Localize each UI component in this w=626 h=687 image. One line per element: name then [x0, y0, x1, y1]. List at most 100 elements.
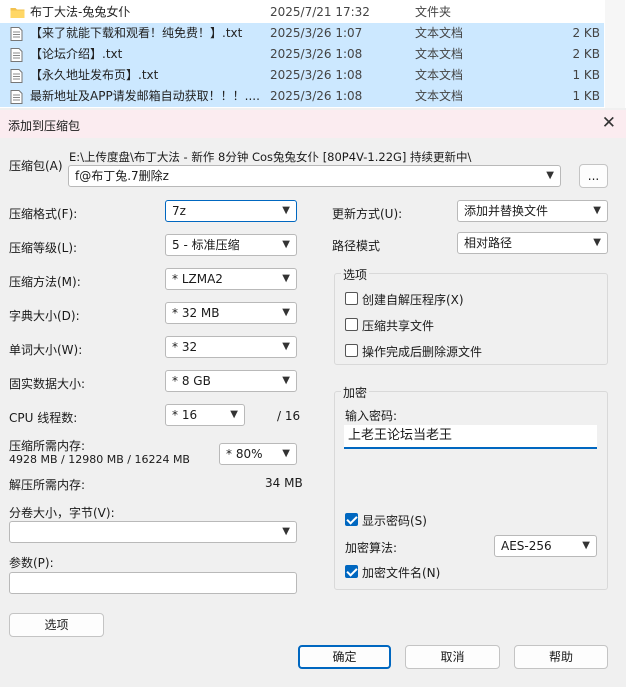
dialog-title: 添加到压缩包 — [8, 119, 81, 133]
shared-files-checkbox[interactable] — [345, 318, 358, 331]
text-file-icon — [10, 90, 23, 104]
list-item[interactable]: 【论坛介绍】.txt 2025/3/26 1:08 文本文档 2 KB — [0, 44, 604, 65]
method-value: * LZMA2 — [172, 272, 223, 286]
file-date: 2025/3/26 1:08 — [270, 47, 363, 61]
dict-combo[interactable]: * 32 MB ▼ — [165, 302, 297, 324]
folder-icon — [10, 8, 25, 18]
list-item[interactable]: 最新地址及APP请发邮箱自动获取！！！.... 2025/3/26 1:08 文… — [0, 86, 604, 107]
shared-files-label: 压缩共享文件 — [362, 319, 435, 333]
browse-button[interactable]: ... — [579, 164, 608, 188]
dict-label: 字典大小(D): — [9, 309, 80, 323]
delete-source-checkbox[interactable] — [345, 344, 358, 357]
folder-name: 布丁大法-兔兔女仆 — [30, 5, 131, 19]
options-group-title: 选项 — [341, 266, 370, 283]
algorithm-label: 加密算法: — [345, 541, 398, 555]
split-combo[interactable]: ▼ — [9, 521, 297, 543]
sfx-label: 创建自解压程序(X) — [362, 293, 464, 307]
solid-combo[interactable]: * 8 GB ▼ — [165, 370, 297, 392]
chevron-down-icon: ▼ — [282, 273, 290, 284]
password-value: 上老王论坛当老王 — [348, 428, 453, 443]
level-value: 5 - 标准压缩 — [172, 238, 240, 252]
cpu-max: / 16 — [277, 409, 301, 423]
chevron-down-icon: ▼ — [230, 409, 238, 420]
scrollbar[interactable] — [605, 0, 625, 108]
chevron-down-icon: ▼ — [282, 448, 290, 459]
update-combo[interactable]: 添加并替换文件 ▼ — [457, 200, 608, 222]
show-password-label: 显示密码(S) — [362, 514, 427, 528]
format-label: 压缩格式(F): — [9, 207, 78, 221]
file-list: 布丁大法-兔兔女仆 2025/7/21 17:32 文件夹 【来了就能下载和观看… — [0, 0, 626, 108]
chevron-down-icon: ▼ — [282, 526, 290, 537]
file-name: 【来了就能下载和观看！纯免费！】.txt — [30, 26, 243, 40]
file-size: 2 KB — [572, 47, 600, 61]
chevron-down-icon: ▼ — [582, 540, 590, 551]
update-label: 更新方式(U): — [332, 207, 403, 221]
add-to-archive-dialog: 添加到压缩包 ✕ 压缩包(A) E:\上传度盘\布丁大法 - 新作 8分钟 Co… — [0, 110, 626, 687]
options-button[interactable]: 选项 — [9, 613, 104, 637]
pathmode-combo[interactable]: 相对路径 ▼ — [457, 232, 608, 254]
pathmode-label: 路径模式 — [332, 239, 381, 253]
chevron-down-icon: ▼ — [282, 307, 290, 318]
file-type: 文本文档 — [415, 89, 464, 103]
chevron-down-icon: ▼ — [593, 205, 601, 216]
chevron-down-icon: ▼ — [282, 205, 290, 216]
file-size: 1 KB — [572, 89, 600, 103]
file-date: 2025/3/26 1:08 — [270, 89, 363, 103]
show-password-checkbox[interactable] — [345, 513, 358, 526]
list-item[interactable]: 布丁大法-兔兔女仆 2025/7/21 17:32 文件夹 — [0, 2, 604, 23]
algorithm-combo[interactable]: AES-256 ▼ — [494, 535, 597, 557]
format-value: 7z — [172, 204, 186, 218]
chevron-down-icon: ▼ — [282, 341, 290, 352]
chevron-down-icon: ▼ — [546, 170, 554, 181]
encryption-group-title: 加密 — [341, 384, 370, 401]
method-combo[interactable]: * LZMA2 ▼ — [165, 268, 297, 290]
file-size: 1 KB — [572, 68, 600, 82]
sfx-checkbox[interactable] — [345, 292, 358, 305]
level-combo[interactable]: 5 - 标准压缩 ▼ — [165, 234, 297, 256]
file-type: 文本文档 — [415, 47, 464, 61]
decomp-label: 解压所需内存: — [9, 478, 86, 492]
encrypt-names-checkbox[interactable] — [345, 565, 358, 578]
method-label: 压缩方法(M): — [9, 275, 81, 289]
params-input[interactable] — [9, 572, 297, 594]
decomp-value: 34 MB — [265, 476, 303, 490]
ok-button[interactable]: 确定 — [298, 645, 391, 669]
pathmode-value: 相对路径 — [464, 236, 513, 250]
cpu-value: * 16 — [172, 408, 198, 422]
password-label: 输入密码: — [345, 409, 398, 423]
file-name: 最新地址及APP请发邮箱自动获取！！！.... — [30, 89, 260, 103]
chevron-down-icon: ▼ — [593, 237, 601, 248]
word-value: * 32 — [172, 340, 198, 354]
folder-date: 2025/7/21 17:32 — [270, 5, 370, 19]
cpu-combo[interactable]: * 16 ▼ — [165, 404, 245, 426]
close-icon[interactable]: ✕ — [602, 113, 616, 133]
list-item[interactable]: 【永久地址发布页】.txt 2025/3/26 1:08 文本文档 1 KB — [0, 65, 604, 86]
mem-label: 压缩所需内存: — [9, 439, 86, 453]
help-button[interactable]: 帮助 — [514, 645, 608, 669]
level-label: 压缩等级(L): — [9, 241, 78, 255]
update-value: 添加并替换文件 — [464, 204, 549, 218]
mem-detail: 4928 MB / 12980 MB / 16224 MB — [9, 453, 190, 466]
mem-value: * 80% — [226, 447, 263, 461]
file-name: 【永久地址发布页】.txt — [30, 68, 159, 82]
format-combo[interactable]: 7z ▼ — [165, 200, 297, 222]
solid-label: 固实数据大小: — [9, 377, 86, 391]
cpu-label: CPU 线程数: — [9, 411, 78, 425]
file-type: 文本文档 — [415, 26, 464, 40]
file-type: 文本文档 — [415, 68, 464, 82]
delete-source-label: 操作完成后删除源文件 — [362, 345, 483, 359]
archive-name-combo[interactable]: f@布丁兔.7删除z ▼ — [68, 165, 561, 187]
mem-combo[interactable]: * 80% ▼ — [219, 443, 297, 465]
word-combo[interactable]: * 32 ▼ — [165, 336, 297, 358]
text-file-icon — [10, 27, 23, 41]
split-label: 分卷大小，字节(V): — [9, 506, 115, 520]
params-label: 参数(P): — [9, 556, 54, 570]
dialog-titlebar: 添加到压缩包 ✕ — [0, 110, 626, 138]
cancel-button[interactable]: 取消 — [405, 645, 500, 669]
word-label: 单词大小(W): — [9, 343, 83, 357]
file-date: 2025/3/26 1:07 — [270, 26, 363, 40]
password-input[interactable]: 上老王论坛当老王 — [344, 425, 597, 449]
file-name: 【论坛介绍】.txt — [30, 47, 123, 61]
archive-path: E:\上传度盘\布丁大法 - 新作 8分钟 Cos兔兔女仆 [80P4V-1.2… — [69, 150, 472, 164]
list-item[interactable]: 【来了就能下载和观看！纯免费！】.txt 2025/3/26 1:07 文本文档… — [0, 23, 604, 44]
